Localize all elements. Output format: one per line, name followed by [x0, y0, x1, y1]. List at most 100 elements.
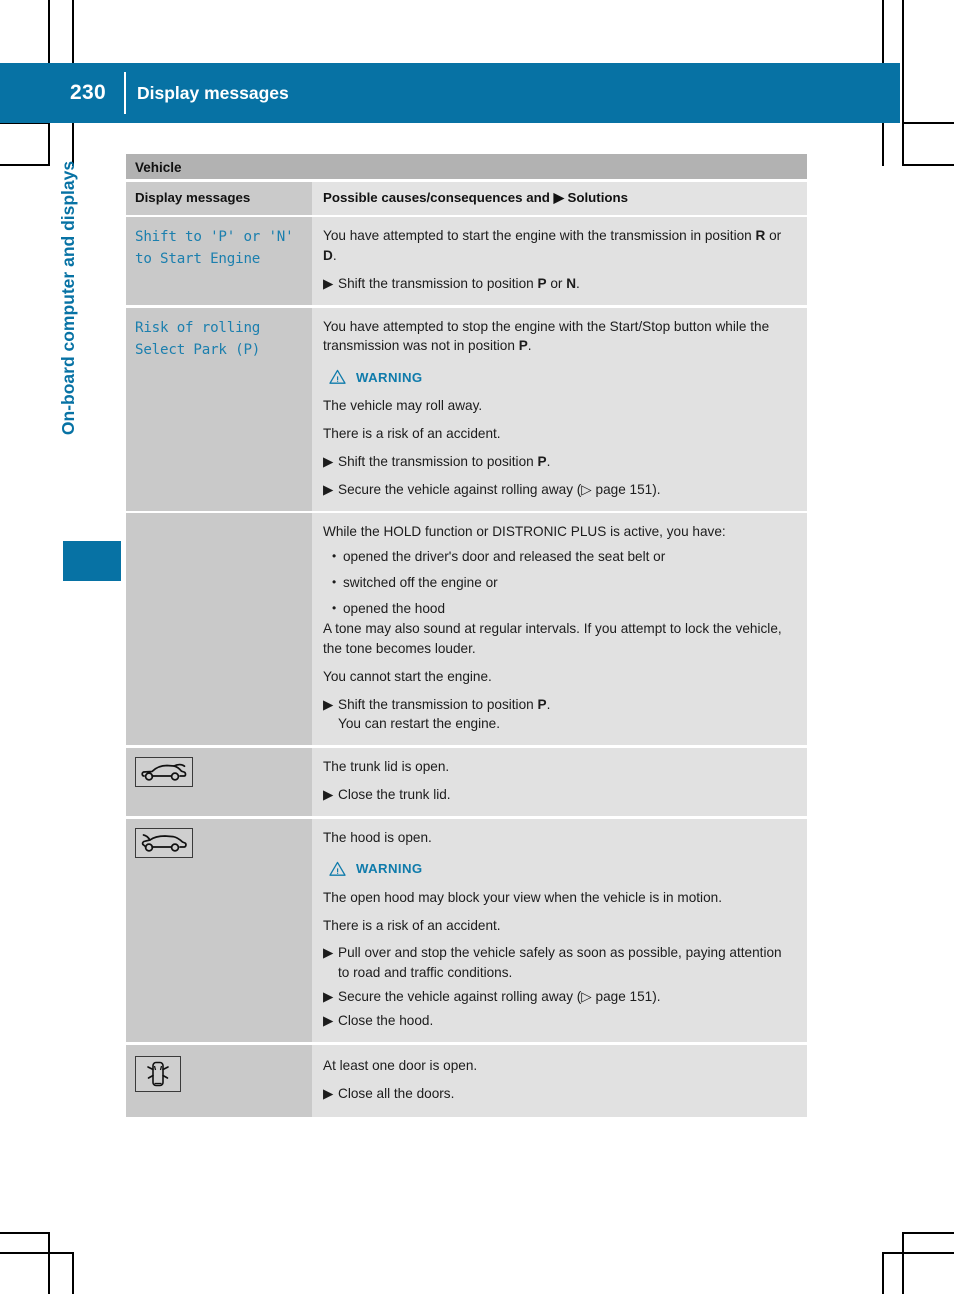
table-header-cell-right: Possible causes/consequences and ▶ Solut… — [312, 182, 807, 215]
cause-paragraph: You have attempted to stop the engine wi… — [323, 318, 770, 354]
solution-text: Shift the transmission to position P or … — [338, 275, 580, 291]
triangle-bullet-icon: ▶ — [323, 696, 334, 712]
car-trunk-open-glyph — [141, 763, 187, 781]
crop-mark-bl-v1 — [48, 1232, 50, 1294]
solution-text: Shift the transmission to position P. — [338, 453, 551, 469]
cause-paragraph: You cannot start the engine. — [323, 668, 492, 684]
cause-solution-cell: You have attempted to stop the engine wi… — [312, 307, 807, 511]
solution-text: Pull over and stop the vehicle safely as… — [338, 945, 782, 981]
triangle-bullet-icon: ▶ — [323, 275, 334, 291]
display-message-text: Risk of rolling Select Park (P) — [135, 319, 261, 358]
crop-mark-tr-v2 — [902, 0, 904, 166]
crop-mark-br-v1 — [882, 1252, 884, 1294]
warning-label: WARNING — [356, 861, 423, 877]
crop-mark-br-v2 — [902, 1232, 904, 1294]
message-cell — [126, 1044, 312, 1118]
warning-triangle-icon — [329, 369, 346, 385]
cause-solution-cell: While the HOLD function or DISTRONIC PLU… — [312, 512, 807, 746]
warning-label: WARNING — [356, 369, 423, 385]
table-row: While the HOLD function or DISTRONIC PLU… — [126, 512, 807, 746]
solution-text: Close the trunk lid. — [338, 787, 451, 803]
warning-triangle-icon — [329, 861, 346, 876]
table-row: Risk of rolling Select Park (P) You have… — [126, 307, 807, 511]
solution-text: Secure the vehicle against rolling away … — [338, 989, 661, 1005]
table-section-title: Vehicle — [126, 154, 807, 179]
cause-paragraph: A tone may also sound at regular interva… — [323, 620, 782, 656]
solution-item: ▶ Pull over and stop the vehicle safely … — [323, 943, 796, 983]
solution-item: ▶ Secure the vehicle against rolling awa… — [323, 987, 796, 1007]
car-trunk-open-icon — [135, 757, 193, 788]
cause-solution-cell: At least one door is open. ▶ Close all t… — [312, 1044, 807, 1118]
list-item-text: opened the hood — [343, 601, 446, 617]
cause-solution-cell: The hood is open. WARNING The open hood … — [312, 818, 807, 1042]
crop-mark-bl-h1 — [0, 1232, 48, 1234]
message-cell — [126, 818, 312, 1042]
column-header-display-messages: Display messages — [135, 190, 251, 205]
cause-paragraph: While the HOLD function or DISTRONIC PLU… — [323, 523, 726, 539]
cause-paragraph: The hood is open. — [323, 829, 432, 845]
cause-paragraph: The trunk lid is open. — [323, 759, 450, 775]
table-row: Shift to 'P' or 'N' to Start Engine You … — [126, 217, 807, 305]
solution-text: Close the hood. — [338, 1012, 434, 1028]
header-divider — [124, 72, 126, 114]
triangle-bullet-icon: ▶ — [323, 945, 334, 961]
crop-mark-tr-h1 — [902, 122, 954, 124]
dot-bullet-icon: • — [332, 549, 337, 564]
chapter-tab-label: On-board computer and displays — [57, 160, 78, 436]
dot-bullet-icon: • — [332, 601, 337, 616]
cause-solution-cell: You have attempted to start the engine w… — [312, 217, 807, 305]
car-hood-open-icon — [135, 827, 193, 858]
list-item: • opened the hood — [323, 599, 796, 619]
list-item-text: opened the driver's door and released th… — [343, 549, 666, 565]
table-header-cell-left: Display messages — [126, 182, 312, 215]
table-row: At least one door is open. ▶ Close all t… — [126, 1044, 807, 1118]
table-row: The trunk lid is open. ▶ Close the trunk… — [126, 748, 807, 816]
warning-line: There is a risk of an accident. — [323, 426, 501, 442]
car-hood-open-glyph — [141, 834, 187, 852]
triangle-bullet-icon: ▶ — [323, 1085, 334, 1101]
solution-subline: You can restart the engine. — [338, 716, 500, 732]
message-cell: Shift to 'P' or 'N' to Start Engine — [126, 217, 312, 305]
warning-header: WARNING — [323, 861, 796, 877]
solution-item: ▶ Close all the doors. — [323, 1084, 796, 1104]
solution-item: ▶ Secure the vehicle against rolling awa… — [323, 480, 796, 500]
crop-mark-bl-v2 — [72, 1252, 74, 1294]
display-message-text: Shift to 'P' or 'N' to Start Engine — [135, 229, 294, 267]
triangle-bullet-icon: ▶ — [323, 989, 334, 1005]
triangle-bullet-icon: ▶ — [323, 1012, 334, 1028]
page-number: 230 — [70, 81, 106, 104]
warning-line: There is a risk of an accident. — [323, 917, 501, 933]
triangle-bullet-icon: ▶ — [323, 481, 334, 497]
crop-mark-tl-h1 — [0, 164, 48, 166]
solution-item: ▶ Shift the transmission to position P. Y… — [323, 695, 796, 735]
crop-mark-br-h1 — [902, 1232, 954, 1234]
warning-line: The open hood may block your view when t… — [323, 889, 722, 905]
table-row: The hood is open. WARNING The open hood … — [126, 818, 807, 1042]
list-item: • opened the driver's door and released … — [323, 547, 796, 567]
column-header-solutions: Possible causes/consequences and ▶ Solut… — [323, 190, 629, 205]
cause-solution-cell: The trunk lid is open. ▶ Close the trunk… — [312, 748, 807, 816]
list-item: • switched off the engine or — [323, 573, 796, 593]
warning-header: WARNING — [323, 369, 796, 385]
chapter-tab-marker — [63, 541, 121, 581]
solution-item: ▶ Shift the transmission to position P. — [323, 452, 796, 472]
crop-mark-tr-h2 — [902, 164, 954, 166]
message-cell: Risk of rolling Select Park (P) — [126, 307, 312, 511]
message-cell — [126, 748, 312, 816]
list-item-text: switched off the engine or — [343, 575, 498, 591]
solution-text: Secure the vehicle against rolling away … — [338, 481, 661, 497]
manual-page: 230 Display messages On-board computer a… — [0, 0, 954, 1294]
cause-paragraph: You have attempted to start the engine w… — [323, 228, 782, 263]
page-title: Display messages — [137, 82, 289, 103]
car-doors-open-icon — [135, 1055, 181, 1092]
crop-mark-bl-h2 — [0, 1252, 72, 1254]
car-doors-open-glyph — [147, 1061, 169, 1087]
solution-item: ▶ Close the trunk lid. — [323, 785, 796, 805]
triangle-bullet-icon: ▶ — [323, 453, 334, 469]
page-header-bar — [0, 63, 900, 123]
display-messages-table: Vehicle Display messages Possible causes… — [126, 154, 807, 1118]
message-cell — [126, 512, 312, 746]
cause-paragraph: At least one door is open. — [323, 1057, 478, 1073]
crop-mark-br-h2 — [882, 1252, 954, 1254]
solution-item: ▶ Shift the transmission to position P o… — [323, 274, 796, 294]
